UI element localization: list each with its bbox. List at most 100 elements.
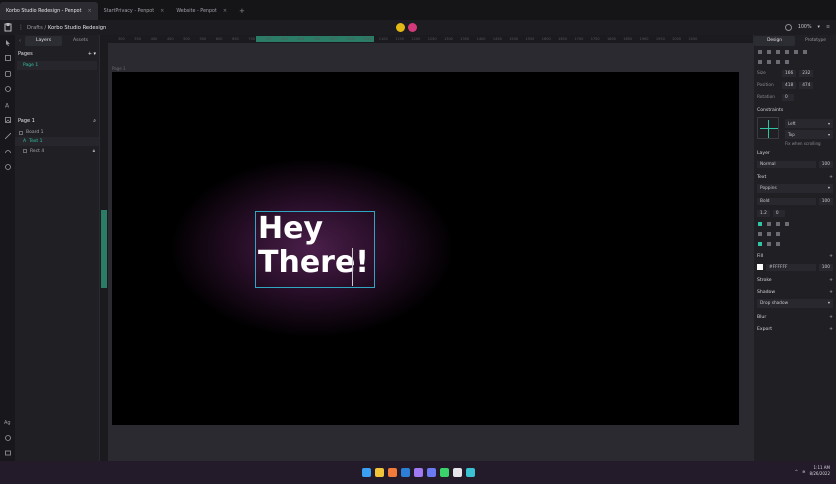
constraint-widget[interactable] bbox=[757, 117, 779, 139]
text-align-justify-icon[interactable] bbox=[785, 222, 789, 226]
browser-tab-startprivacy[interactable]: StartPrivacy - Penpot × bbox=[98, 2, 171, 20]
fix-scroll-checkbox[interactable]: Fix when scrolling bbox=[782, 141, 836, 146]
shadow-type-select[interactable]: Drop shadow ▾ bbox=[757, 299, 833, 308]
text-align-left-icon[interactable] bbox=[758, 222, 762, 226]
align-center-h-icon[interactable] bbox=[767, 50, 771, 54]
auto-width-icon[interactable] bbox=[758, 242, 762, 246]
share-menu-icon[interactable]: ≡ bbox=[826, 25, 830, 30]
fill-hex-input[interactable]: #FFFFFF bbox=[766, 263, 816, 271]
image-tool-icon[interactable] bbox=[0, 113, 15, 129]
width-input[interactable]: 166 bbox=[782, 69, 797, 77]
github-icon[interactable] bbox=[413, 468, 423, 477]
text-underline-icon[interactable] bbox=[767, 232, 771, 236]
blend-mode-select[interactable]: Normal bbox=[757, 160, 816, 168]
text-tool-icon[interactable]: A bbox=[0, 97, 15, 113]
rectangle-tool-icon[interactable] bbox=[0, 66, 15, 82]
search-icon[interactable]: ⌕ bbox=[93, 118, 96, 124]
font-size-input[interactable]: 100 bbox=[818, 197, 833, 205]
add-icon[interactable]: + bbox=[829, 290, 833, 295]
constraint-v-select[interactable]: Top ▾ bbox=[785, 130, 833, 139]
flip-v-icon[interactable] bbox=[785, 60, 789, 64]
add-icon[interactable]: + bbox=[829, 327, 833, 332]
y-input[interactable]: 474 bbox=[799, 81, 814, 89]
path-tool-icon[interactable] bbox=[0, 144, 15, 160]
fixed-size-icon[interactable] bbox=[776, 242, 780, 246]
curve-tool-icon[interactable] bbox=[0, 128, 15, 144]
discord-icon[interactable] bbox=[426, 468, 436, 477]
line-height-input[interactable]: 1.2 bbox=[757, 209, 770, 217]
collapse-icon[interactable]: ‹ bbox=[15, 38, 25, 44]
tab-prototype[interactable]: Prototype bbox=[795, 36, 836, 46]
browser-tab-korbo[interactable]: Korbo Studio Redesign - Penpot × bbox=[0, 2, 98, 20]
move-tool-icon[interactable] bbox=[0, 35, 15, 51]
close-icon[interactable]: × bbox=[160, 8, 164, 14]
board-label[interactable]: Page 1 bbox=[112, 66, 126, 71]
user-avatar-icon[interactable] bbox=[396, 23, 405, 32]
text-strike-icon[interactable] bbox=[758, 232, 762, 236]
user-avatar-icon[interactable] bbox=[408, 23, 417, 32]
add-icon[interactable]: + bbox=[829, 278, 833, 283]
wifi-icon[interactable]: ≋ bbox=[802, 469, 805, 474]
lock-icon[interactable]: 🔒︎ bbox=[93, 148, 95, 154]
align-left-icon[interactable] bbox=[758, 50, 762, 54]
add-icon[interactable]: + bbox=[829, 175, 833, 180]
fill-opacity-input[interactable]: 100 bbox=[818, 263, 833, 271]
add-page-icon[interactable]: + ▾ bbox=[88, 51, 96, 57]
board[interactable]: Hey There! bbox=[112, 72, 739, 425]
font-family-select[interactable]: Poppins ▾ bbox=[757, 184, 833, 193]
x-input[interactable]: 418 bbox=[782, 81, 797, 89]
board-tool-icon[interactable] bbox=[0, 51, 15, 67]
vscode-icon[interactable] bbox=[400, 468, 410, 477]
tab-layers[interactable]: Layers bbox=[25, 36, 62, 46]
typography-icon[interactable]: Ag bbox=[0, 415, 15, 431]
fill-swatch[interactable] bbox=[757, 264, 763, 270]
close-icon[interactable]: × bbox=[223, 8, 227, 14]
comments-tool-icon[interactable] bbox=[0, 159, 15, 175]
breadcrumb-project[interactable]: Drafts bbox=[27, 25, 43, 31]
layer-row-board[interactable]: Board 1 bbox=[15, 128, 99, 137]
shortcuts-icon[interactable] bbox=[0, 446, 15, 462]
history-icon[interactable] bbox=[784, 24, 792, 31]
height-input[interactable]: 232 bbox=[799, 69, 814, 77]
align-bottom-icon[interactable] bbox=[803, 50, 807, 54]
browser-tab-website[interactable]: Website - Penpot × bbox=[170, 2, 233, 20]
ellipse-tool-icon[interactable] bbox=[0, 82, 15, 98]
color-palette-icon[interactable] bbox=[0, 430, 15, 446]
tab-assets[interactable]: Assets bbox=[62, 36, 99, 46]
align-top-icon[interactable] bbox=[785, 50, 789, 54]
text-align-center-icon[interactable] bbox=[767, 222, 771, 226]
main-menu-button[interactable]: ⋮ bbox=[15, 24, 27, 31]
flip-h-icon[interactable] bbox=[776, 60, 780, 64]
penpot-logo-icon[interactable] bbox=[0, 20, 15, 35]
add-icon[interactable]: + bbox=[829, 254, 833, 259]
font-weight-select[interactable]: Bold bbox=[757, 197, 816, 205]
clock[interactable]: 1:11 AM 8/26/2022 bbox=[809, 465, 830, 477]
chevron-down-icon[interactable]: ▾ bbox=[818, 25, 820, 30]
add-icon[interactable]: + bbox=[829, 315, 833, 320]
files-icon[interactable] bbox=[374, 468, 384, 477]
new-tab-button[interactable]: + bbox=[233, 2, 251, 20]
firefox-icon[interactable] bbox=[387, 468, 397, 477]
text-case-icon[interactable] bbox=[776, 232, 780, 236]
auto-height-icon[interactable] bbox=[767, 242, 771, 246]
edge-icon[interactable] bbox=[465, 468, 475, 477]
canvas-viewport[interactable]: Page 1 Hey There! bbox=[108, 43, 753, 461]
spotify-icon[interactable] bbox=[439, 468, 449, 477]
tray-chevron-icon[interactable]: ^ bbox=[795, 469, 798, 474]
close-icon[interactable]: × bbox=[87, 8, 91, 14]
align-center-v-icon[interactable] bbox=[794, 50, 798, 54]
breadcrumb-file[interactable]: Korbo Studio Redesign bbox=[48, 25, 107, 31]
canvas-text[interactable]: Hey There! bbox=[256, 212, 376, 280]
layer-row-text[interactable]: A Text 1 bbox=[15, 137, 99, 146]
tab-design[interactable]: Design bbox=[754, 36, 795, 46]
rotation-input[interactable]: 0 bbox=[782, 93, 794, 101]
windows-icon[interactable] bbox=[361, 468, 371, 477]
distribute-h-icon[interactable] bbox=[758, 60, 762, 64]
distribute-v-icon[interactable] bbox=[767, 60, 771, 64]
text-align-right-icon[interactable] bbox=[776, 222, 780, 226]
align-right-icon[interactable] bbox=[776, 50, 780, 54]
constraint-h-select[interactable]: Left ▾ bbox=[785, 119, 833, 128]
layer-row-rect[interactable]: Rect 4 🔒︎ bbox=[15, 146, 99, 156]
page-item[interactable]: Page 1 bbox=[17, 61, 97, 70]
penpot-icon[interactable] bbox=[452, 468, 462, 477]
